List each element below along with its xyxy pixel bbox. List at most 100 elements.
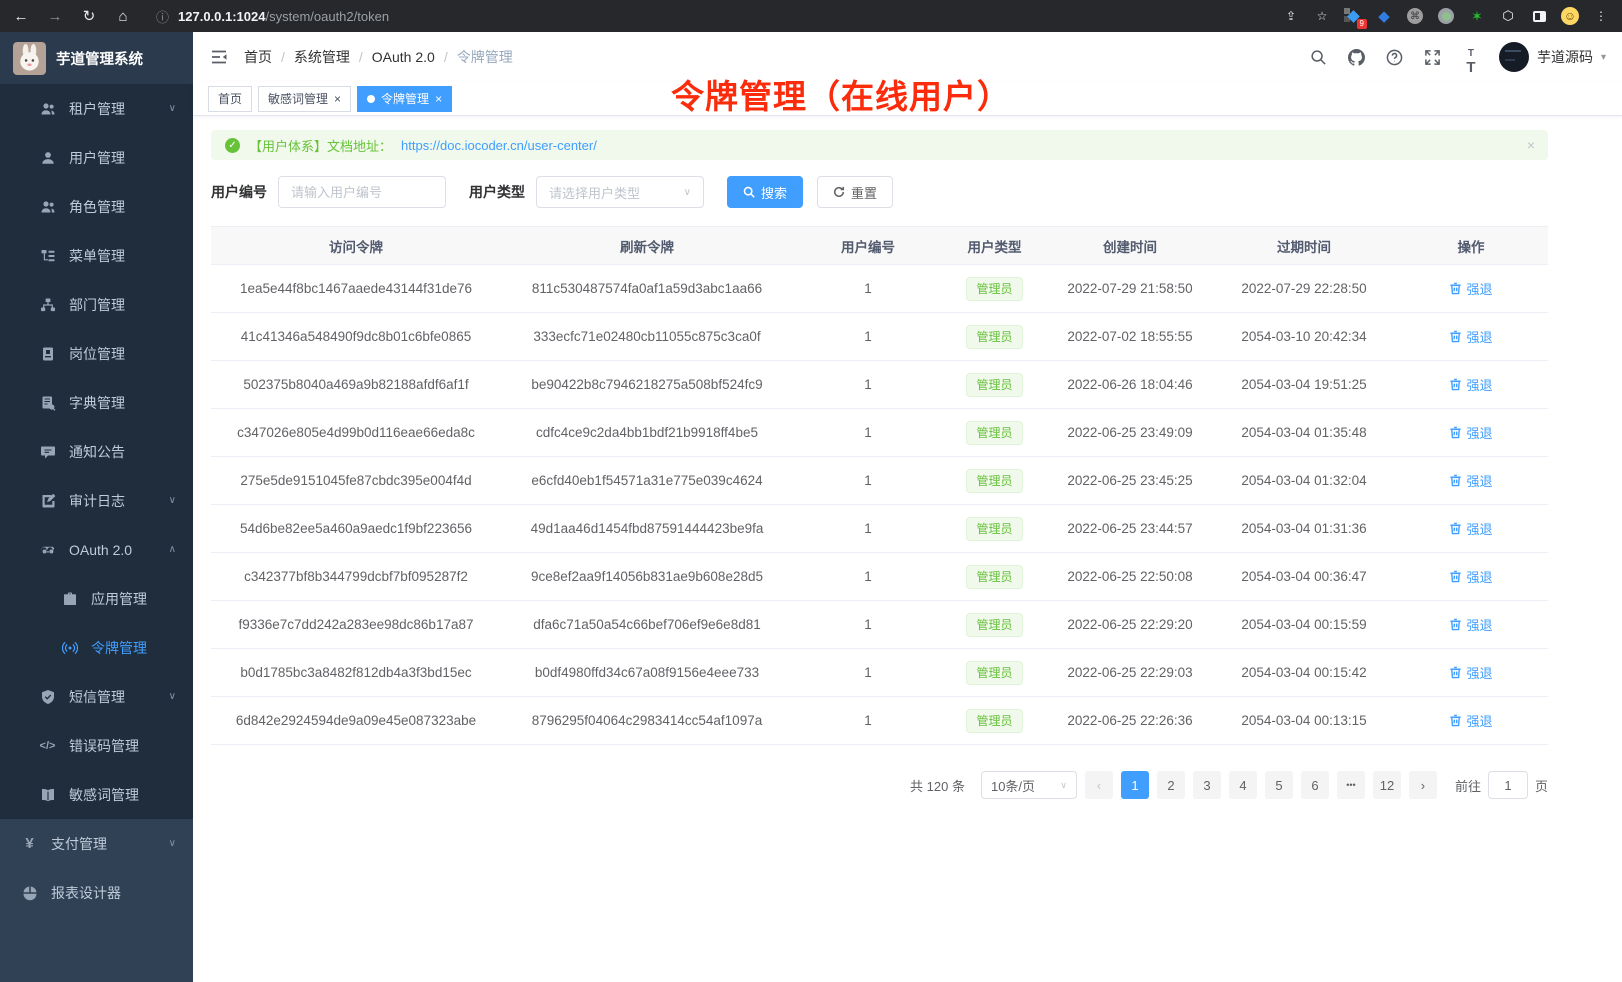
font-size-icon[interactable]: TT (1461, 48, 1480, 67)
reload-icon[interactable]: ↻ (80, 7, 98, 25)
extension-icon[interactable]: 9 (1344, 7, 1362, 25)
access-token-cell: 502375b8040a469a9b82188afdf6af1f (211, 361, 501, 409)
breadcrumb-item[interactable]: 首页 (244, 47, 285, 67)
sidebar-item-tenant[interactable]: 租户管理∨ (0, 84, 193, 133)
github-icon[interactable] (1347, 48, 1366, 67)
sidebar-item-oauth2-token[interactable]: 令牌管理 (0, 623, 193, 672)
page-button-6[interactable]: 6 (1301, 771, 1329, 799)
fullscreen-icon[interactable] (1423, 48, 1442, 67)
sidebar-item-error-code[interactable]: </>错误码管理 (0, 721, 193, 770)
search-icon[interactable] (1309, 48, 1328, 67)
help-icon[interactable] (1385, 48, 1404, 67)
user-type-select[interactable]: 请选择用户类型 ∨ (536, 176, 704, 208)
user-id-cell: 1 (793, 649, 943, 697)
sidebar-item-oauth2[interactable]: OAuth 2.0∧ (0, 525, 193, 574)
breadcrumb-item[interactable]: 系统管理 (294, 47, 363, 67)
force-logout-button[interactable]: 强退 (1449, 375, 1492, 394)
force-logout-button[interactable]: 强退 (1449, 423, 1492, 442)
sidebar-item-pay[interactable]: ¥支付管理∨ (0, 819, 193, 868)
user-id-input[interactable] (278, 176, 446, 208)
puzzle-extension-icon[interactable]: ⬡ (1499, 7, 1517, 25)
access-token-cell: f9336e7c7dd242a283ee98dc86b17a87 (211, 601, 501, 649)
reset-button[interactable]: 重置 (817, 176, 893, 208)
access-token-cell: 54d6be82ee5a460a9aedc1f9bf223656 (211, 505, 501, 553)
column-header: 用户编号 (793, 227, 943, 265)
sidebar-item-label: 审计日志 (69, 491, 125, 511)
user-id-cell: 1 (793, 265, 943, 313)
trash-icon (1449, 426, 1462, 439)
app-logo-row[interactable]: 芋道管理系统 (0, 32, 193, 84)
page-button-3[interactable]: 3 (1193, 771, 1221, 799)
star-icon[interactable]: ☆ (1313, 7, 1331, 25)
table-header-row: 访问令牌刷新令牌用户编号用户类型创建时间过期时间操作 (211, 227, 1548, 265)
page-button-12[interactable]: 12 (1373, 771, 1401, 799)
back-icon[interactable]: ← (12, 8, 30, 25)
alert-close-icon[interactable]: × (1527, 137, 1535, 153)
profile-avatar[interactable]: ☺ (1561, 7, 1579, 25)
goto-page-input[interactable] (1488, 771, 1528, 799)
page-button-2[interactable]: 2 (1157, 771, 1185, 799)
force-logout-button[interactable]: 强退 (1449, 615, 1492, 634)
address-bar[interactable]: ⓘ 127.0.0.1:1024/system/oauth2/token (156, 7, 1266, 26)
sidebar-item-post[interactable]: 岗位管理 (0, 329, 193, 378)
search-form: 用户编号 用户类型 请选择用户类型 ∨ 搜索 重置 (211, 176, 1548, 208)
force-logout-button[interactable]: 强退 (1449, 567, 1492, 586)
sidebar-item-dict[interactable]: 字典管理 (0, 378, 193, 427)
sidebar-item-sms[interactable]: 短信管理∨ (0, 672, 193, 721)
force-logout-button[interactable]: 强退 (1449, 663, 1492, 682)
menu-dots-icon[interactable]: ⋮ (1592, 7, 1610, 25)
trash-icon (1449, 282, 1462, 295)
sidebar-item-report-designer[interactable]: 报表设计器 (0, 868, 193, 917)
search-button[interactable]: 搜索 (727, 176, 803, 208)
next-page-button[interactable]: › (1409, 771, 1437, 799)
prev-page-button[interactable]: ‹ (1085, 771, 1113, 799)
page-button-4[interactable]: 4 (1229, 771, 1257, 799)
tab-敏感词管理[interactable]: 敏感词管理× (258, 86, 351, 112)
gem-extension-icon[interactable]: ◆ (1375, 7, 1393, 25)
page-button-1[interactable]: 1 (1121, 771, 1149, 799)
doc-link[interactable]: https://doc.iocoder.cn/user-center/ (401, 138, 597, 153)
force-logout-button[interactable]: 强退 (1449, 519, 1492, 538)
sidebar-item-user[interactable]: 用户管理 (0, 133, 193, 182)
refresh-token-cell: b0df4980ffd34c67a08f9156e4eee733 (501, 649, 793, 697)
refresh-token-cell: be90422b8c7946218275a508bf524fc9 (501, 361, 793, 409)
tab-首页[interactable]: 首页 (208, 86, 252, 112)
page-button-5[interactable]: 5 (1265, 771, 1293, 799)
breadcrumb-item[interactable]: 令牌管理 (457, 47, 513, 67)
sidebar-menu-root: ¥支付管理∨报表设计器 (0, 819, 193, 982)
info-icon[interactable]: ⓘ (156, 7, 169, 26)
home-icon[interactable]: ⌂ (114, 8, 132, 25)
forward-icon[interactable]: → (46, 8, 64, 25)
sidebar-item-dept[interactable]: 部门管理 (0, 280, 193, 329)
sidebar-item-label: 字典管理 (69, 393, 125, 413)
user-menu[interactable]: 芋道源码 ▾ (1499, 42, 1606, 72)
created-time-cell: 2022-06-26 18:04:46 (1046, 361, 1214, 409)
sidebar-item-role[interactable]: 角色管理 (0, 182, 193, 231)
sidebar-item-oauth2-app[interactable]: 应用管理 (0, 574, 193, 623)
record-extension-icon[interactable] (1437, 7, 1455, 25)
page-size-select[interactable]: 10条/页 ∨ (981, 771, 1077, 799)
sidebar-item-audit-log[interactable]: 审计日志∨ (0, 476, 193, 525)
shield-icon (39, 688, 56, 705)
sidebar-item-notice[interactable]: 通知公告 (0, 427, 193, 476)
share-icon[interactable]: ⇪ (1282, 7, 1300, 25)
breadcrumb-item[interactable]: OAuth 2.0 (372, 49, 448, 65)
column-header: 刷新令牌 (501, 227, 793, 265)
sidepanel-icon[interactable] (1530, 7, 1548, 25)
breadcrumb: 首页系统管理 OAuth 2.0 令牌管理 (244, 47, 513, 67)
tab-close-icon[interactable]: × (435, 93, 442, 105)
force-logout-button[interactable]: 强退 (1449, 471, 1492, 490)
sidebar-item-sensitive-word[interactable]: 敏感词管理 (0, 770, 193, 819)
sidebar-fold-icon[interactable] (209, 47, 229, 67)
force-logout-button[interactable]: 强退 (1449, 327, 1492, 346)
force-logout-button[interactable]: 强退 (1449, 711, 1492, 730)
command-extension-icon[interactable]: ⌘ (1406, 7, 1424, 25)
sidebar-item-menu[interactable]: 菜单管理 (0, 231, 193, 280)
expire-time-cell: 2054-03-10 20:42:34 (1214, 313, 1394, 361)
tab-令牌管理[interactable]: 令牌管理× (357, 86, 452, 112)
force-logout-button[interactable]: 强退 (1449, 279, 1492, 298)
tab-close-icon[interactable]: × (334, 93, 341, 105)
access-token-cell: 41c41346a548490f9dc8b01c6bfe0865 (211, 313, 501, 361)
page-ellipsis[interactable]: ••• (1337, 771, 1365, 799)
star-extension-icon[interactable]: ✶ (1468, 7, 1486, 25)
